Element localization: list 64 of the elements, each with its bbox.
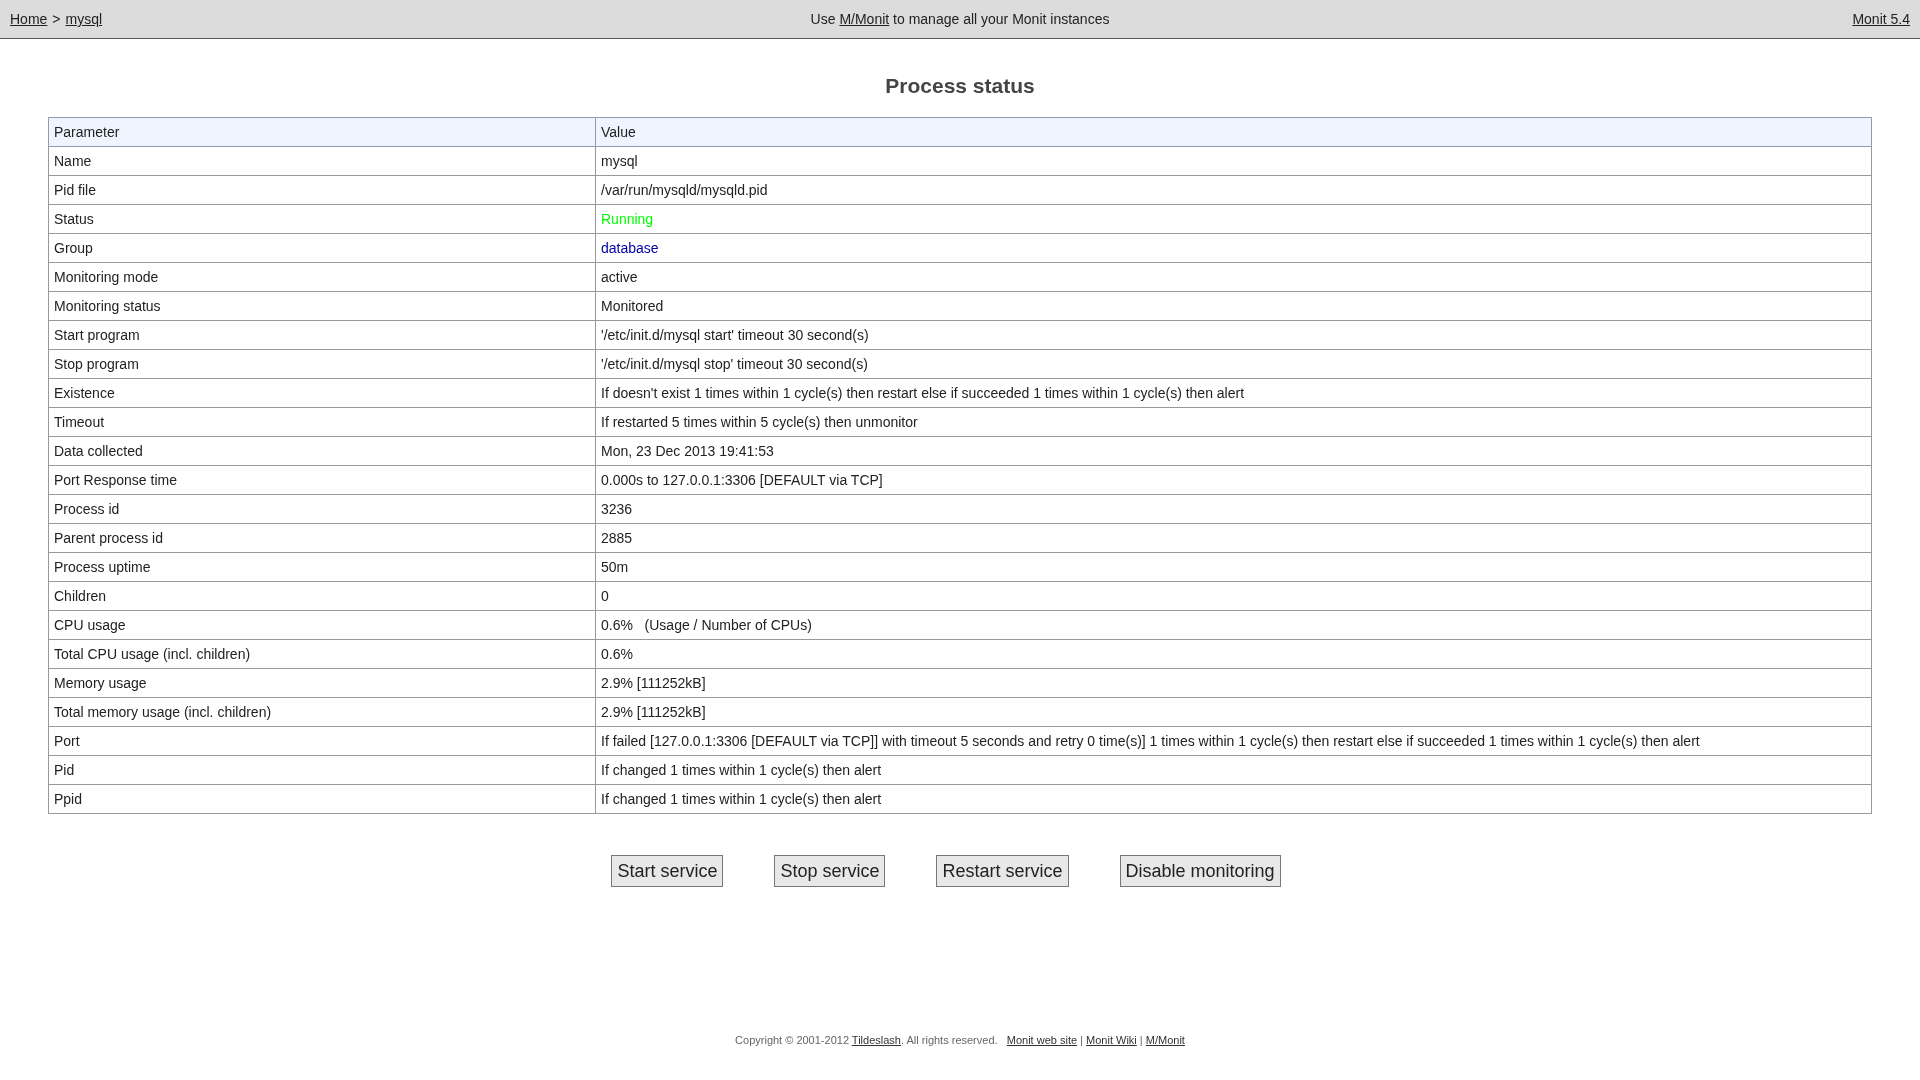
table-cell: Monitoring mode bbox=[48, 262, 596, 292]
company-link[interactable]: Tildeslash bbox=[851, 1034, 901, 1046]
table-cell: 0.6% (Usage / Number of CPUs) bbox=[595, 610, 1872, 640]
footer-link[interactable]: Monit Wiki bbox=[1086, 1034, 1137, 1046]
breadcrumb-link[interactable]: Home bbox=[10, 11, 48, 27]
table-cell: Group bbox=[48, 233, 596, 263]
breadcrumb-separator: > bbox=[52, 11, 61, 27]
table-cell: 50m bbox=[595, 552, 1872, 582]
table-cell: Total memory usage (incl. children) bbox=[48, 697, 596, 727]
page-title: Process status bbox=[884, 74, 1036, 98]
table-cell: Mon, 23 Dec 2013 19:41:53 bbox=[595, 436, 1872, 466]
table-cell: Stop program bbox=[48, 349, 596, 379]
table-cell: Port Response time bbox=[48, 465, 596, 495]
table-cell: database bbox=[595, 233, 1872, 263]
table-cell: If changed 1 times within 1 cycle(s) then alert bbox=[595, 755, 1872, 785]
action-button[interactable]: Start service bbox=[611, 855, 724, 887]
table-cell: If changed 1 times within 1 cycle(s) then alert bbox=[595, 784, 1872, 814]
action-button[interactable]: Stop service bbox=[774, 855, 886, 887]
mmonit-link[interactable]: M/Monit bbox=[839, 11, 890, 27]
table-cell: Start program bbox=[48, 320, 596, 350]
column-header: Parameter bbox=[48, 117, 596, 147]
table-cell: Name bbox=[48, 146, 596, 176]
table-cell: mysql bbox=[595, 146, 1872, 176]
table-cell: Pid bbox=[48, 755, 596, 785]
table-cell: Parent process id bbox=[48, 523, 596, 553]
table-cell: 2885 bbox=[595, 523, 1872, 553]
footer-text: Copyright © 2001-2012 Tildeslash. All rights reserved. Monit web site | Monit Wiki | M/Monit bbox=[734, 1034, 1186, 1046]
version-link[interactable]: Monit 5.4 bbox=[1852, 11, 1910, 27]
table-cell: Memory usage bbox=[48, 668, 596, 698]
action-button[interactable]: Disable monitoring bbox=[1119, 855, 1281, 887]
footer-link[interactable]: Monit web site bbox=[1006, 1034, 1078, 1046]
table-cell: If failed [127.0.0.1:3306 [DEFAULT via TCP]] with timeout 5 seconds and retry 0 time(s)] 1 times within 1 cycle(s) then restart else if succeeded 1 times within 1 cycle(s) then alert bbox=[595, 726, 1872, 756]
table-cell: CPU usage bbox=[48, 610, 596, 640]
table-cell: Process uptime bbox=[48, 552, 596, 582]
table-cell: '/etc/init.d/mysql start' timeout 30 second(s) bbox=[595, 320, 1872, 350]
table-cell: Total CPU usage (incl. children) bbox=[48, 639, 596, 669]
table-cell: 2.9% [111252kB] bbox=[595, 668, 1872, 698]
table-cell: Status bbox=[48, 204, 596, 234]
table-cell: Port bbox=[48, 726, 596, 756]
table-cell: If doesn't exist 1 times within 1 cycle(s) then restart else if succeeded 1 times within 1 cycle(s) then alert bbox=[595, 378, 1872, 408]
table-cell: /var/run/mysqld/mysqld.pid bbox=[595, 175, 1872, 205]
column-header: Value bbox=[595, 117, 1872, 147]
breadcrumb-link[interactable]: mysql bbox=[65, 11, 103, 27]
table-cell: Pid file bbox=[48, 175, 596, 205]
table-cell: 2.9% [111252kB] bbox=[595, 697, 1872, 727]
action-button[interactable]: Restart service bbox=[936, 855, 1069, 887]
table-cell: Children bbox=[48, 581, 596, 611]
table-cell: '/etc/init.d/mysql stop' timeout 30 second(s) bbox=[595, 349, 1872, 379]
table-cell: Existence bbox=[48, 378, 596, 408]
table-cell: 0.6% bbox=[595, 639, 1872, 669]
table-cell: Monitoring status bbox=[48, 291, 596, 321]
footer-link[interactable]: M/Monit bbox=[1145, 1034, 1185, 1046]
notice-text: Use M/Monit to manage all your Monit instances bbox=[810, 11, 1110, 27]
table-cell: 3236 bbox=[595, 494, 1872, 524]
table-cell: Process id bbox=[48, 494, 596, 524]
table-cell: Data collected bbox=[48, 436, 596, 466]
table-cell: 0.000s to 127.0.0.1:3306 [DEFAULT via TCP] bbox=[595, 465, 1872, 495]
table-cell: Timeout bbox=[48, 407, 596, 437]
table-cell: Ppid bbox=[48, 784, 596, 814]
table-cell: active bbox=[595, 262, 1872, 292]
table-cell: Monitored bbox=[595, 291, 1872, 321]
table-cell: 0 bbox=[595, 581, 1872, 611]
table-cell: Running bbox=[595, 204, 1872, 234]
table-cell: If restarted 5 times within 5 cycle(s) then unmonitor bbox=[595, 407, 1872, 437]
